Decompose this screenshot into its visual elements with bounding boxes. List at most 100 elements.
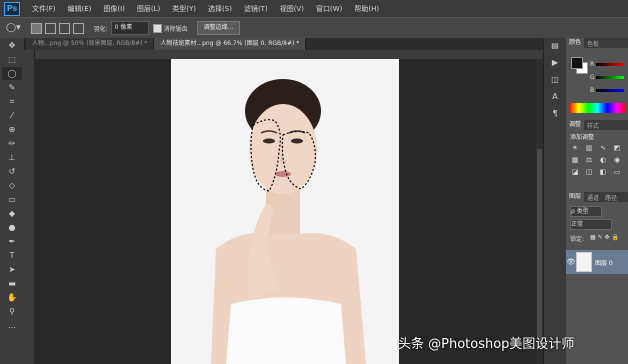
intersect-selection-icon[interactable] [72,22,84,34]
layer-kind-filter[interactable]: ρ 类型 [570,206,602,217]
threshold-icon[interactable]: ◧ [598,168,608,177]
lock-label: 锁定: [570,236,585,243]
color-panel-tabs: 颜色 色板 [566,38,628,48]
invert-icon[interactable]: ◪ [570,168,580,177]
hue-icon[interactable]: ▦ [570,156,580,165]
path-select-icon[interactable]: ➤ [2,263,22,276]
right-panels: 颜色 色板 R G B 调整 样式 添加调整 ☀ ▥ ∿ ◩ ▽ ▦ ⚖ ◐ ◉… [566,38,628,364]
tab-document-1[interactable]: 人物...png @ 50% (背景图层, RGB/8#) * [26,38,155,50]
menu-filter[interactable]: 滤镜(T) [238,4,274,14]
adjustment-icons: ☀ ▥ ∿ ◩ ▽ ▦ ⚖ ◐ ◉ ⊞ ◪ ◫ ◧ ▭ ▣ [570,144,628,177]
tab-color[interactable]: 颜色 [566,38,585,48]
blue-slider[interactable]: B [590,86,626,94]
red-slider[interactable]: R [590,60,626,68]
new-selection-icon[interactable] [30,22,42,34]
layer-name[interactable]: 图层 0 [595,258,613,267]
more-tools-icon[interactable]: … [2,319,22,332]
hand-icon[interactable]: ✋ [2,291,22,304]
photo-filter-icon[interactable]: ◉ [612,156,622,165]
gradient-map-icon[interactable]: ▭ [612,168,622,177]
tab-document-2[interactable]: 人物祛斑素材...png @ 66.7% (图层 0, RGB/8#) * [154,38,307,50]
feather-input[interactable]: 0 像素 [110,21,149,35]
menu-view[interactable]: 视图(V) [274,4,310,14]
lasso-icon[interactable]: ◯ [2,67,22,80]
tab-layers[interactable]: 图层 [566,192,585,202]
menu-type[interactable]: 类型(Y) [166,4,202,14]
gradient-icon[interactable]: ▭ [2,193,22,206]
layers-panel-tabs: 图层 通道 路径 [566,192,628,202]
brush-icon[interactable]: ✏ [2,137,22,150]
pen-icon[interactable]: ✒ [2,235,22,248]
eraser-icon[interactable]: ◇ [2,179,22,192]
posterize-icon[interactable]: ◫ [584,168,594,177]
document-canvas[interactable] [171,59,399,364]
curves-icon[interactable]: ∿ [598,144,608,153]
tab-channels[interactable]: 通道 [584,193,602,202]
menu-bar: Ps 文件(F) 编辑(E) 图像(I) 图层(L) 类型(Y) 选择(S) 滤… [0,0,628,17]
brightness-icon[interactable]: ☀ [570,144,580,153]
blur-icon[interactable]: ◆ [2,207,22,220]
subtract-selection-icon[interactable] [58,22,70,34]
lasso-preset-icon[interactable]: ◯▾ [6,23,21,33]
tab-styles[interactable]: 样式 [584,121,602,130]
feather-label: 羽化: [93,25,108,33]
vertical-scrollbar[interactable] [536,59,543,364]
green-track[interactable] [596,75,624,79]
menu-help[interactable]: 帮助(H) [348,4,385,14]
options-bar: ◯▾ 羽化: 0 像素 消除锯齿 调整边缘... [0,17,628,39]
green-slider[interactable]: G [590,73,626,81]
bw-icon[interactable]: ◐ [598,156,608,165]
zoom-icon[interactable]: ⚲ [2,305,22,318]
marquee-icon[interactable]: ⬚ [2,53,22,66]
photoshop-logo: Ps [4,1,20,16]
healing-icon[interactable]: ⊕ [2,123,22,136]
balance-icon[interactable]: ⚖ [584,156,594,165]
properties-panel-icon[interactable]: ◫ [546,75,564,89]
paragraph-panel-icon[interactable]: ¶ [546,109,564,123]
shape-icon[interactable]: ▬ [2,277,22,290]
history-panel-icon[interactable]: ▤ [546,41,564,55]
exposure-icon[interactable]: ◩ [612,144,622,153]
eyedropper-icon[interactable]: ⁄ [2,109,22,122]
menu-file[interactable]: 文件(F) [26,4,62,14]
antialias-checkbox[interactable] [152,23,162,33]
watermark: 头条 @Photoshop美图设计师 [398,337,575,352]
add-adjustment-label: 添加调整 [570,134,595,141]
color-spectrum[interactable] [569,103,626,113]
layer-thumbnail [576,252,592,272]
tab-swatches[interactable]: 色板 [584,39,602,48]
tab-paths[interactable]: 路径 [602,193,620,202]
stamp-icon[interactable]: ⊥ [2,151,22,164]
lock-icons[interactable]: ▦ ✎ ✥ 🔒 [590,234,619,241]
layer-row[interactable]: 👁 图层 0 [566,250,628,274]
dodge-icon[interactable]: ● [2,221,22,234]
type-icon[interactable]: T [2,249,22,262]
menu-layer[interactable]: 图层(L) [131,4,166,14]
foreground-color-swatch[interactable] [571,57,583,69]
eye-icon[interactable]: 👁 [566,258,576,266]
panel-dock: ▤ ▶ ◫ A ¶ [543,38,567,364]
scrollbar-thumb[interactable] [537,149,542,349]
document-tabs: 人物...png @ 50% (背景图层, RGB/8#) * 人物祛斑素材..… [26,38,543,50]
tools-panel: ✥ ⬚ ◯ ✎ ⌗ ⁄ ⊕ ✏ ⊥ ↺ ◇ ▭ ◆ ● ✒ T ➤ ▬ ✋ ⚲ … [0,38,25,364]
menu-edit[interactable]: 编辑(E) [62,4,98,14]
refine-edge-button[interactable]: 调整边缘... [196,21,241,35]
adjust-panel-tabs: 调整 样式 [566,120,628,130]
antialias-label: 消除锯齿 [163,25,188,33]
crop-icon[interactable]: ⌗ [2,95,22,108]
quick-select-icon[interactable]: ✎ [2,81,22,94]
tab-adjustments[interactable]: 调整 [566,120,585,130]
actions-panel-icon[interactable]: ▶ [546,58,564,72]
levels-icon[interactable]: ▥ [584,144,594,153]
red-track[interactable] [596,62,624,66]
blue-track[interactable] [596,88,624,92]
menu-select[interactable]: 选择(S) [202,4,238,14]
move-icon[interactable]: ✥ [2,39,22,52]
menu-image[interactable]: 图像(I) [97,4,131,14]
menu-window[interactable]: 窗口(W) [310,4,348,14]
portrait-photo [211,79,366,364]
blend-mode-select[interactable]: 正常 [570,219,612,230]
history-brush-icon[interactable]: ↺ [2,165,22,178]
add-selection-icon[interactable] [44,22,56,34]
character-panel-icon[interactable]: A [546,92,564,106]
